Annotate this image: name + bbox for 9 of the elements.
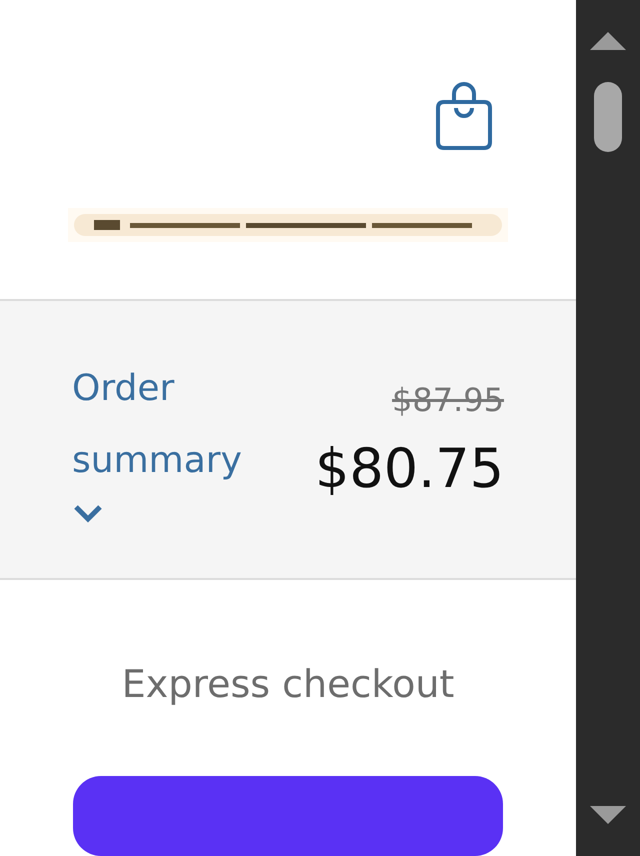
scroll-up-icon[interactable]: [590, 30, 626, 50]
scrollbar[interactable]: [576, 0, 640, 856]
express-checkout-heading: Express checkout: [122, 662, 454, 706]
scrollbar-thumb[interactable]: [594, 82, 622, 152]
scroll-down-icon[interactable]: [590, 806, 626, 826]
original-price: $87.95: [392, 380, 504, 419]
total-price: $80.75: [315, 436, 504, 500]
chevron-icon: [72, 502, 104, 523]
order-summary-toggle[interactable]: Order summary: [72, 352, 282, 578]
